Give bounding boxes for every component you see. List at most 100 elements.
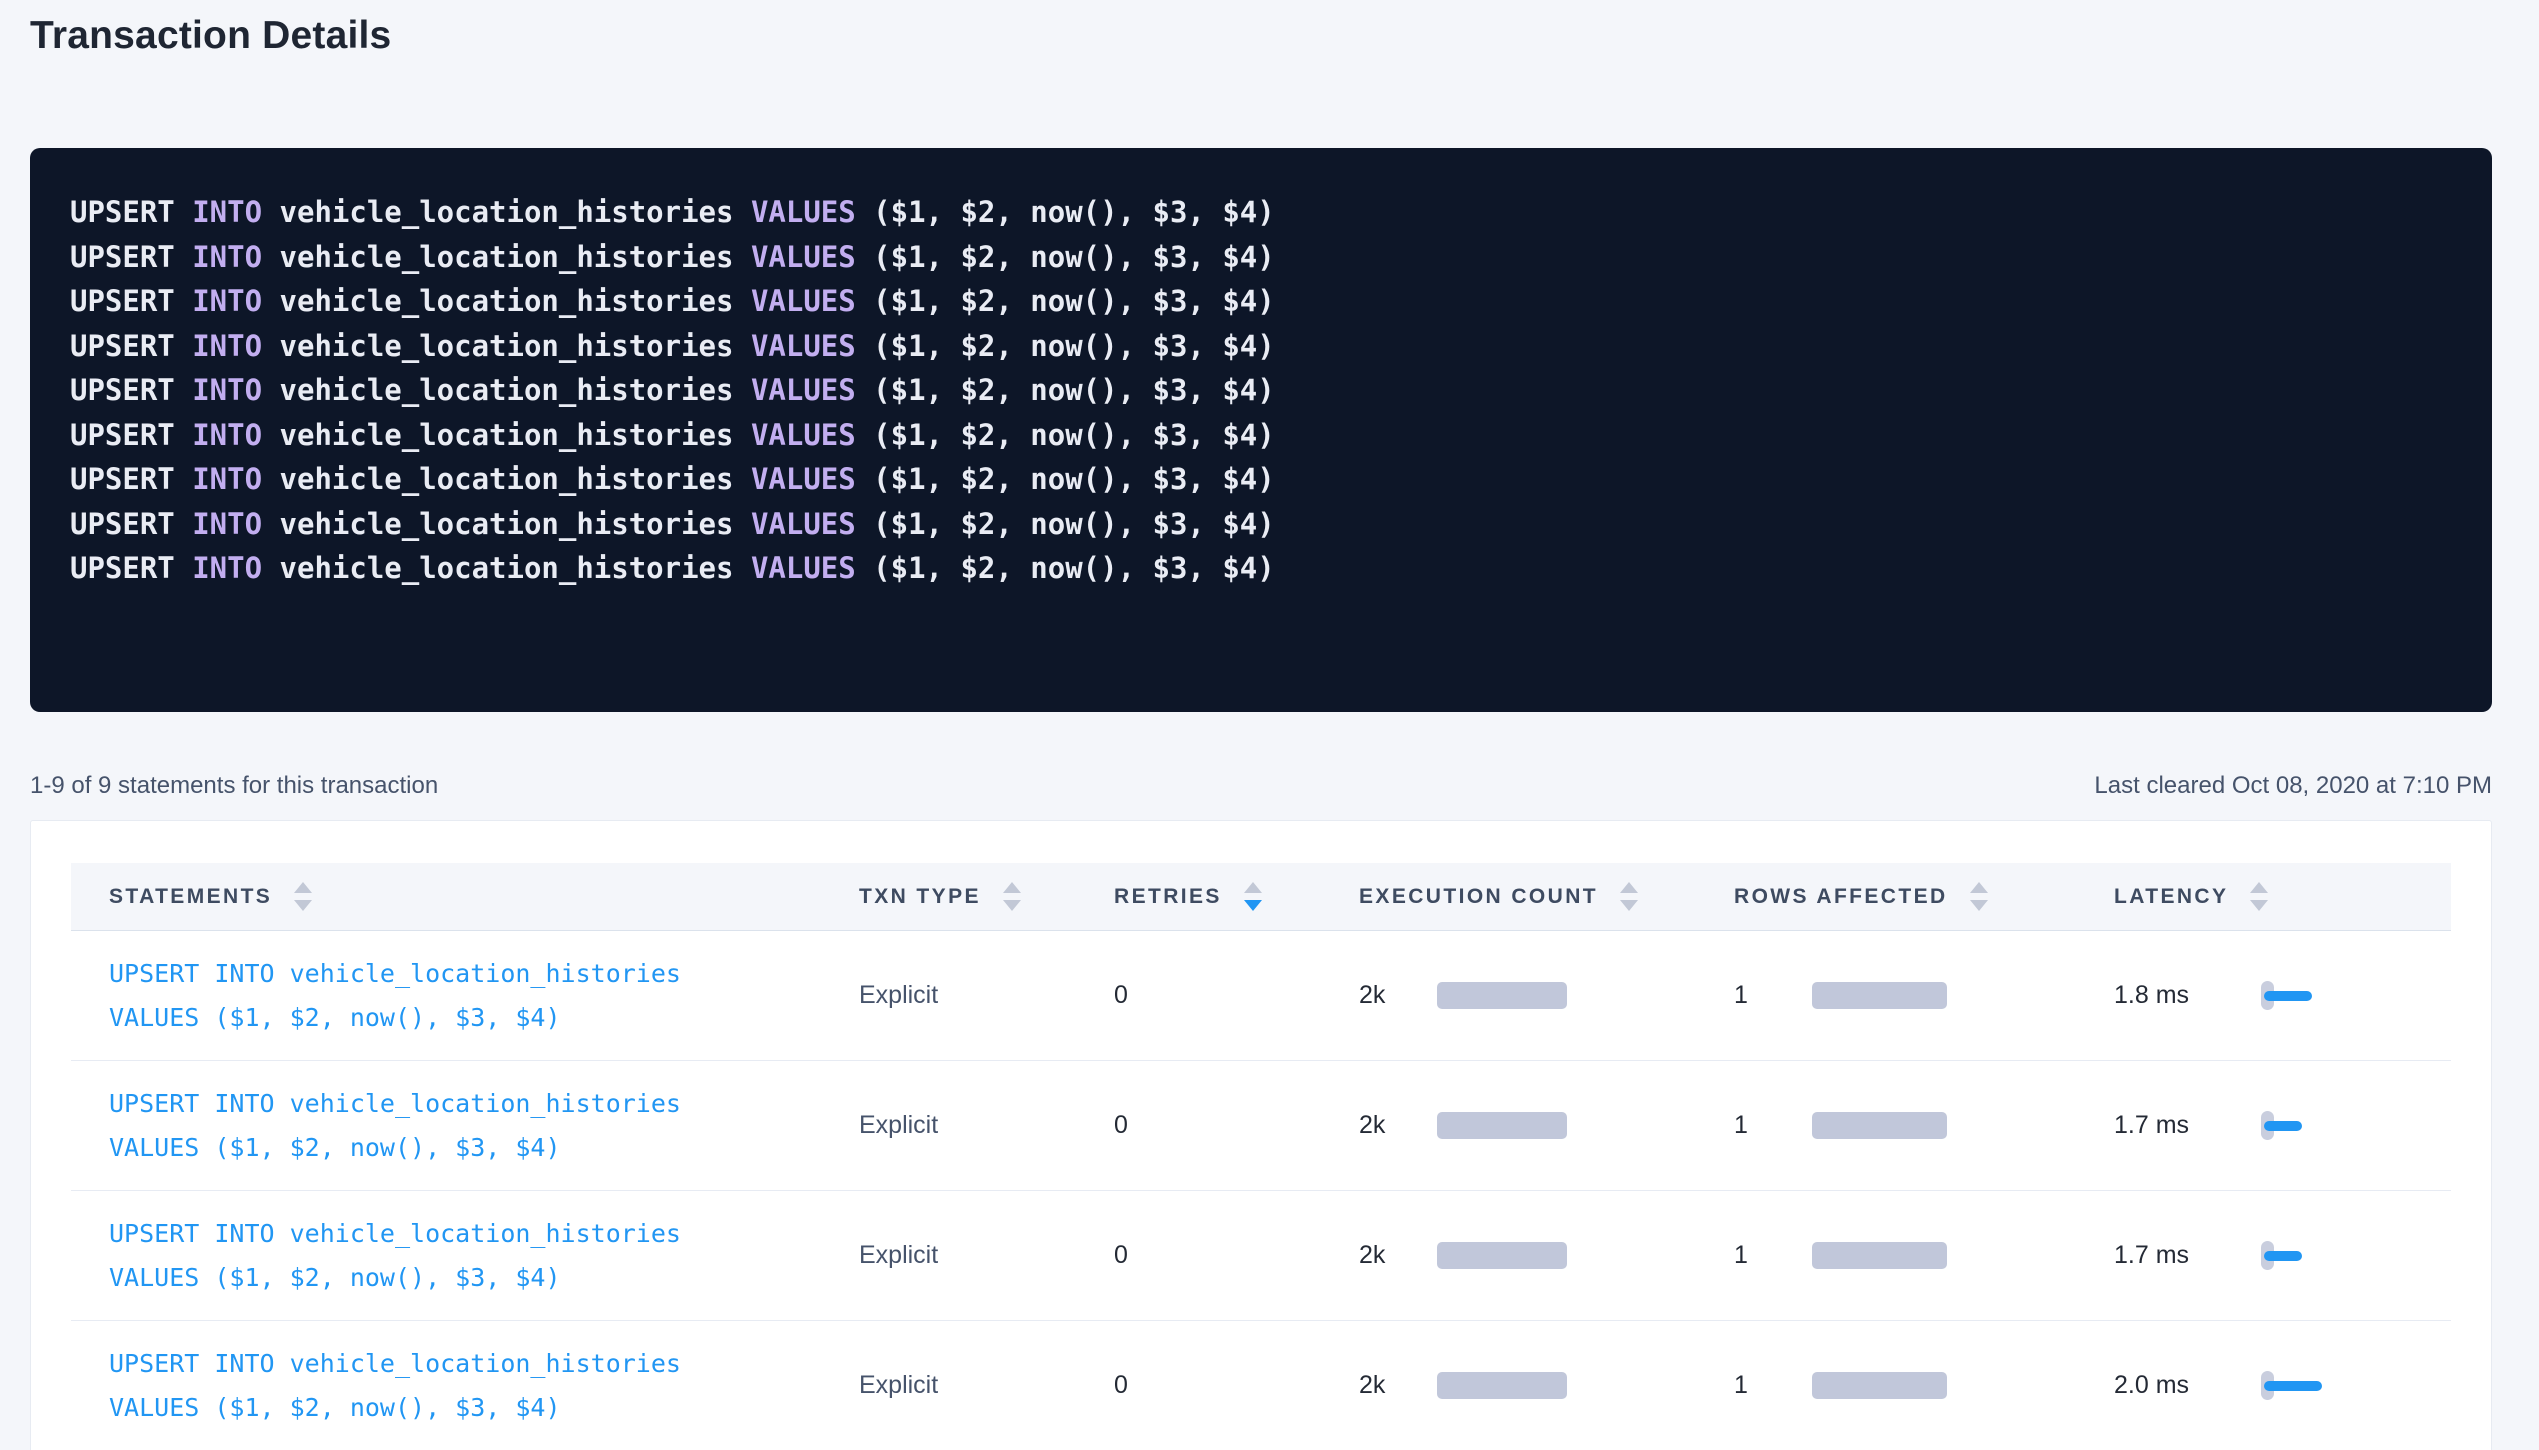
sort-asc-icon[interactable] (1620, 882, 1638, 893)
sql-token-plain: vehicle_location_histories (262, 284, 751, 318)
execution-count-bar (1437, 1242, 1567, 1269)
latency-value: 1.8 ms (2114, 981, 2226, 1010)
column-header-rows-affected[interactable]: ROWS AFFECTED (1696, 863, 2076, 930)
sql-token-plain: vehicle_location_histories (262, 551, 751, 585)
rows-affected-cell: 1 (1696, 1371, 2076, 1400)
sort-desc-icon[interactable] (294, 900, 312, 911)
sql-token-keyword: VALUES (751, 284, 856, 318)
latency-value: 2.0 ms (2114, 1371, 2226, 1400)
column-header-execution-count[interactable]: EXECUTION COUNT (1321, 863, 1696, 930)
sql-statement-line: UPSERT INTO vehicle_location_histories V… (70, 324, 2452, 369)
statement-link-line: VALUES ($1, $2, now(), $3, $4) (109, 1126, 821, 1170)
execution-count-bar (1437, 1112, 1567, 1139)
rows-affected-bar (1812, 1242, 1947, 1269)
sort-asc-icon[interactable] (294, 882, 312, 893)
latency-cell: 1.7 ms (2076, 1236, 2451, 1276)
rows-affected-cell: 1 (1696, 1241, 2076, 1270)
statement-link[interactable]: UPSERT INTO vehicle_location_historiesVA… (71, 952, 821, 1040)
statement-table-row: UPSERT INTO vehicle_location_historiesVA… (71, 1191, 2451, 1321)
sql-token-plain: vehicle_location_histories (262, 329, 751, 363)
sql-token-plain: vehicle_location_histories (262, 418, 751, 452)
rows-affected-value: 1 (1734, 981, 1782, 1010)
statement-link[interactable]: UPSERT INTO vehicle_location_historiesVA… (71, 1212, 821, 1300)
page-title: Transaction Details (30, 12, 2492, 60)
sort-desc-icon[interactable] (1244, 900, 1262, 911)
latency-bar-chart (2261, 1366, 2341, 1406)
sort-icons[interactable] (1003, 882, 1021, 911)
sql-token-plain: UPSERT (70, 418, 192, 452)
sort-asc-icon[interactable] (1003, 882, 1021, 893)
rows-affected-bar (1812, 982, 1947, 1009)
sort-icons[interactable] (1970, 882, 1988, 911)
sql-token-plain: ($1, $2, now(), $3, $4) (856, 373, 1275, 407)
sql-token-plain: ($1, $2, now(), $3, $4) (856, 240, 1275, 274)
statement-link[interactable]: UPSERT INTO vehicle_location_historiesVA… (71, 1082, 821, 1170)
column-header-label: STATEMENTS (109, 885, 272, 909)
sql-token-keyword: INTO (192, 195, 262, 229)
txn-type-value: Explicit (821, 1111, 1076, 1140)
sql-token-plain: ($1, $2, now(), $3, $4) (856, 507, 1275, 541)
retries-value: 0 (1076, 1241, 1321, 1270)
sort-desc-icon[interactable] (2250, 900, 2268, 911)
execution-count-cell: 2k (1321, 1241, 1696, 1270)
statement-link-line: VALUES ($1, $2, now(), $3, $4) (109, 1386, 821, 1430)
latency-cell: 2.0 ms (2076, 1366, 2451, 1406)
statement-table-row: UPSERT INTO vehicle_location_historiesVA… (71, 1321, 2451, 1450)
statements-summary-bar: 1-9 of 9 statements for this transaction… (30, 772, 2492, 800)
execution-count-value: 2k (1359, 1111, 1407, 1140)
sort-icons[interactable] (2250, 882, 2268, 911)
latency-bar-chart (2261, 1236, 2341, 1276)
sql-token-plain: ($1, $2, now(), $3, $4) (856, 329, 1275, 363)
sql-statement-line: UPSERT INTO vehicle_location_histories V… (70, 235, 2452, 280)
statement-table-row: UPSERT INTO vehicle_location_historiesVA… (71, 1061, 2451, 1191)
sql-token-plain: vehicle_location_histories (262, 507, 751, 541)
column-header-label: EXECUTION COUNT (1359, 885, 1598, 909)
rows-affected-value: 1 (1734, 1241, 1782, 1270)
column-header-latency[interactable]: LATENCY (2076, 863, 2451, 930)
sql-token-keyword: INTO (192, 507, 262, 541)
sort-asc-icon[interactable] (1970, 882, 1988, 893)
latency-bar-chart (2261, 1106, 2341, 1146)
sort-asc-icon[interactable] (1244, 882, 1262, 893)
column-header-statements[interactable]: STATEMENTS (71, 863, 821, 930)
execution-count-value: 2k (1359, 981, 1407, 1010)
transaction-sql-box: UPSERT INTO vehicle_location_histories V… (30, 148, 2492, 712)
execution-count-bar (1437, 982, 1567, 1009)
sql-token-plain: ($1, $2, now(), $3, $4) (856, 284, 1275, 318)
sql-statement-line: UPSERT INTO vehicle_location_histories V… (70, 546, 2452, 591)
sort-desc-icon[interactable] (1003, 900, 1021, 911)
statement-link-line: UPSERT INTO vehicle_location_histories (109, 1212, 821, 1256)
execution-count-bar (1437, 1372, 1567, 1399)
retries-value: 0 (1076, 1371, 1321, 1400)
statements-range-text: 1-9 of 9 statements for this transaction (30, 772, 438, 800)
statement-link-line: UPSERT INTO vehicle_location_histories (109, 952, 821, 996)
sort-desc-icon[interactable] (1620, 900, 1638, 911)
sql-token-keyword: VALUES (751, 373, 856, 407)
sql-token-keyword: VALUES (751, 195, 856, 229)
sql-token-keyword: INTO (192, 284, 262, 318)
sql-statement-line: UPSERT INTO vehicle_location_histories V… (70, 368, 2452, 413)
column-header-retries[interactable]: RETRIES (1076, 863, 1321, 930)
txn-type-value: Explicit (821, 981, 1076, 1010)
column-header-label: RETRIES (1114, 885, 1222, 909)
rows-affected-value: 1 (1734, 1111, 1782, 1140)
sort-desc-icon[interactable] (1970, 900, 1988, 911)
column-header-txn-type[interactable]: TXN TYPE (821, 863, 1076, 930)
rows-affected-value: 1 (1734, 1371, 1782, 1400)
sql-token-keyword: VALUES (751, 462, 856, 496)
column-header-label: TXN TYPE (859, 885, 981, 909)
sort-asc-icon[interactable] (2250, 882, 2268, 893)
sql-token-keyword: VALUES (751, 240, 856, 274)
execution-count-cell: 2k (1321, 981, 1696, 1010)
last-cleared-text: Last cleared Oct 08, 2020 at 7:10 PM (2094, 772, 2492, 800)
sql-token-plain: ($1, $2, now(), $3, $4) (856, 195, 1275, 229)
execution-count-value: 2k (1359, 1241, 1407, 1270)
sort-icons[interactable] (1244, 882, 1262, 911)
sql-statement-line: UPSERT INTO vehicle_location_histories V… (70, 279, 2452, 324)
sort-icons[interactable] (294, 882, 312, 911)
statement-link[interactable]: UPSERT INTO vehicle_location_historiesVA… (71, 1342, 821, 1430)
latency-bar-chart (2261, 976, 2341, 1016)
latency-cell: 1.8 ms (2076, 976, 2451, 1016)
sort-icons[interactable] (1620, 882, 1638, 911)
sql-token-keyword: VALUES (751, 551, 856, 585)
